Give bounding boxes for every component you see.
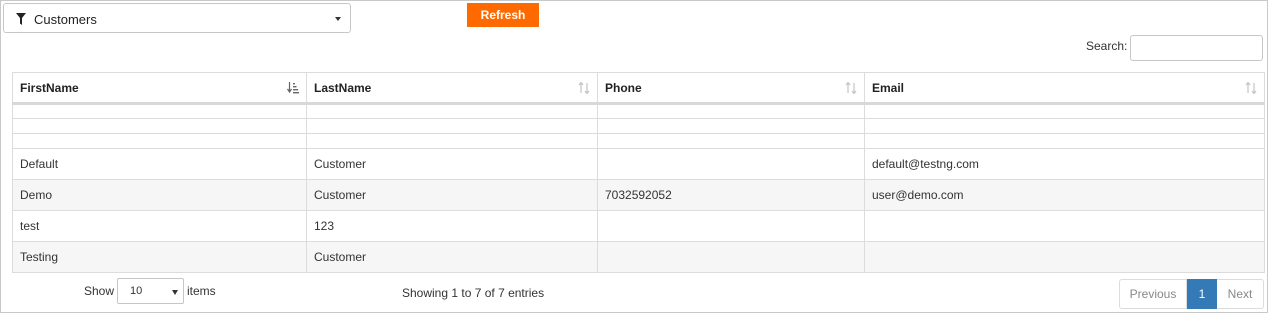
cell-phone bbox=[597, 148, 865, 180]
cell-email bbox=[864, 210, 1265, 242]
items-label: items bbox=[187, 284, 216, 298]
cell-lastname: Customer bbox=[306, 148, 598, 180]
table-row-empty bbox=[12, 133, 1265, 149]
cell-lastname: Customer bbox=[306, 179, 598, 211]
sort-icon bbox=[1245, 82, 1257, 94]
column-header-label: FirstName bbox=[20, 80, 79, 95]
cell-firstname: Demo bbox=[12, 179, 307, 211]
customers-panel: Customers Refresh Search: FirstName Last… bbox=[0, 0, 1268, 313]
previous-page-button[interactable]: Previous bbox=[1119, 279, 1187, 309]
pagination: Previous 1 Next bbox=[1119, 279, 1264, 309]
filter-icon bbox=[16, 13, 26, 25]
sort-ascending-icon bbox=[287, 82, 299, 94]
table-row[interactable]: Demo Customer 7032592052 user@demo.com bbox=[12, 179, 1265, 211]
page-size-select[interactable]: 10 bbox=[117, 278, 184, 304]
entries-info: Showing 1 to 7 of 7 entries bbox=[402, 286, 545, 300]
column-header-label: LastName bbox=[314, 80, 372, 95]
cell-phone bbox=[597, 210, 865, 242]
table-row-empty bbox=[12, 103, 1265, 119]
table-row[interactable]: Default Customer default@testng.com bbox=[12, 148, 1265, 180]
cell-firstname: Testing bbox=[12, 241, 307, 273]
column-header-label: Phone bbox=[605, 80, 642, 95]
cell-lastname: 123 bbox=[306, 210, 598, 242]
column-header-lastname[interactable]: LastName bbox=[306, 72, 598, 105]
table-row-empty bbox=[12, 118, 1265, 134]
table-header-row: FirstName LastName Phone Email bbox=[12, 72, 1265, 105]
sort-icon bbox=[845, 82, 857, 94]
page-size-value: 10 bbox=[130, 285, 143, 297]
search-label: Search: bbox=[1086, 39, 1128, 53]
search-input[interactable] bbox=[1130, 35, 1263, 61]
cell-email: user@demo.com bbox=[864, 179, 1265, 211]
filter-dropdown-label: Customers bbox=[34, 12, 97, 27]
sort-icon bbox=[578, 82, 590, 94]
column-header-label: Email bbox=[872, 80, 905, 95]
column-header-firstname[interactable]: FirstName bbox=[12, 72, 307, 105]
column-header-phone[interactable]: Phone bbox=[597, 72, 865, 105]
table-row[interactable]: test 123 bbox=[12, 210, 1265, 242]
cell-email bbox=[864, 241, 1265, 273]
show-label: Show bbox=[84, 284, 115, 298]
table-row[interactable]: Testing Customer bbox=[12, 241, 1265, 273]
cell-phone: 7032592052 bbox=[597, 179, 865, 211]
column-header-email[interactable]: Email bbox=[864, 72, 1265, 105]
filter-dropdown[interactable]: Customers bbox=[3, 3, 351, 33]
cell-lastname: Customer bbox=[306, 241, 598, 273]
page-1-button[interactable]: 1 bbox=[1187, 279, 1217, 309]
customers-table: FirstName LastName Phone Email Default C… bbox=[12, 72, 1265, 273]
cell-email: default@testng.com bbox=[864, 148, 1265, 180]
caret-down-icon bbox=[335, 17, 341, 21]
refresh-button[interactable]: Refresh bbox=[467, 3, 539, 27]
cell-firstname: test bbox=[12, 210, 307, 242]
next-page-button[interactable]: Next bbox=[1217, 279, 1264, 309]
caret-down-icon bbox=[172, 290, 178, 295]
cell-phone bbox=[597, 241, 865, 273]
cell-firstname: Default bbox=[12, 148, 307, 180]
